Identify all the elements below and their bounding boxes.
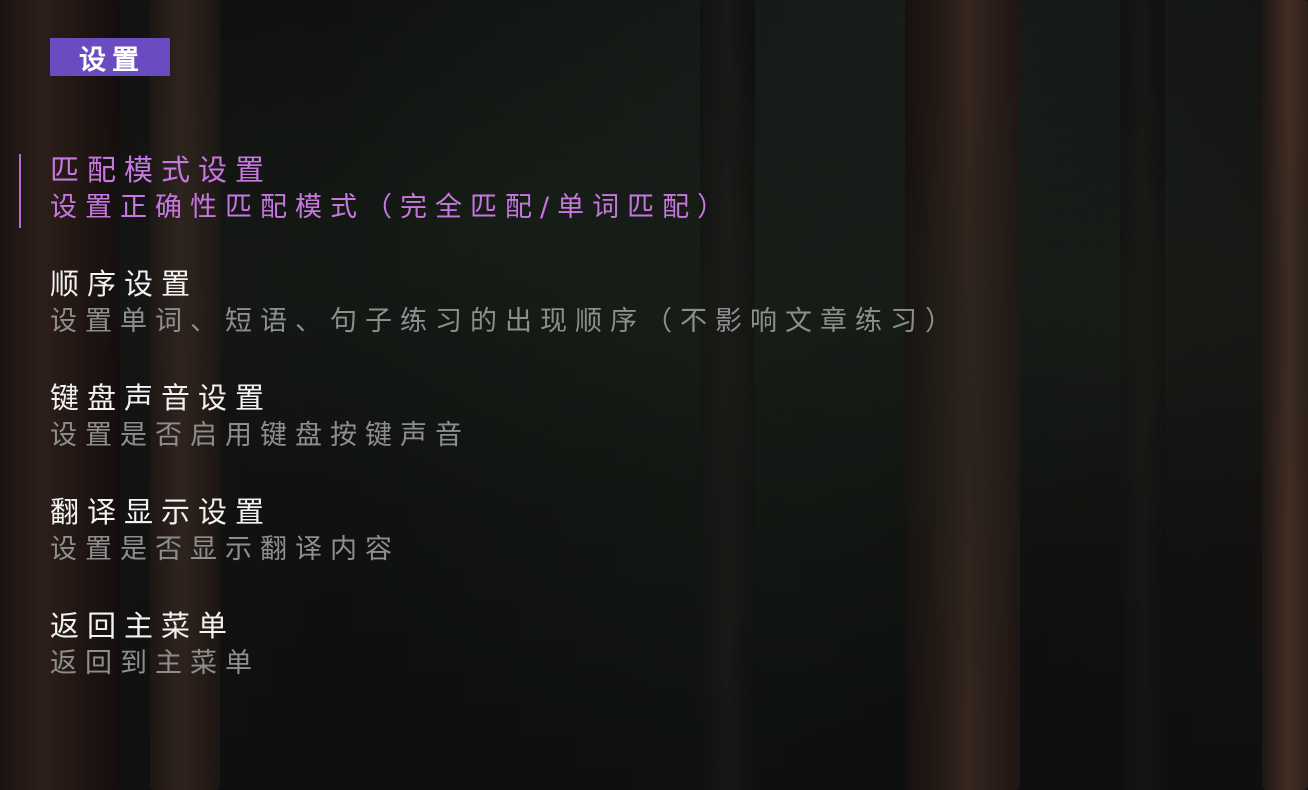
menu-item-match-mode[interactable]: 匹配模式设置 设置正确性匹配模式（完全匹配/单词匹配）: [19, 150, 1270, 264]
selection-indicator: [19, 154, 21, 228]
menu-item-description: 设置是否显示翻译内容: [50, 534, 400, 565]
settings-screen: 设置 匹配模式设置 设置正确性匹配模式（完全匹配/单词匹配） 顺序设置 设置单词…: [0, 0, 1308, 790]
page-title: 设置: [50, 38, 170, 76]
menu-item-label: 顺序设置: [50, 267, 199, 301]
menu-item-label: 键盘声音设置: [50, 381, 273, 415]
menu-item-label: 返回主菜单: [50, 609, 236, 643]
menu-item-description: 设置正确性匹配模式（完全匹配/单词匹配）: [50, 192, 733, 223]
settings-menu: 匹配模式设置 设置正确性匹配模式（完全匹配/单词匹配） 顺序设置 设置单词、短语…: [19, 150, 1270, 720]
menu-item-description: 设置单词、短语、句子练习的出现顺序（不影响文章练习）: [50, 306, 960, 337]
menu-item-order[interactable]: 顺序设置 设置单词、短语、句子练习的出现顺序（不影响文章练习）: [50, 264, 1270, 378]
menu-item-description: 返回到主菜单: [50, 648, 260, 679]
menu-item-label: 匹配模式设置: [50, 153, 273, 187]
menu-item-back-to-main[interactable]: 返回主菜单 返回到主菜单: [50, 606, 1270, 720]
menu-item-translation-display[interactable]: 翻译显示设置 设置是否显示翻译内容: [50, 492, 1270, 606]
menu-item-keyboard-sound[interactable]: 键盘声音设置 设置是否启用键盘按键声音: [50, 378, 1270, 492]
menu-item-description: 设置是否启用键盘按键声音: [50, 420, 470, 451]
menu-item-label: 翻译显示设置: [50, 495, 273, 529]
